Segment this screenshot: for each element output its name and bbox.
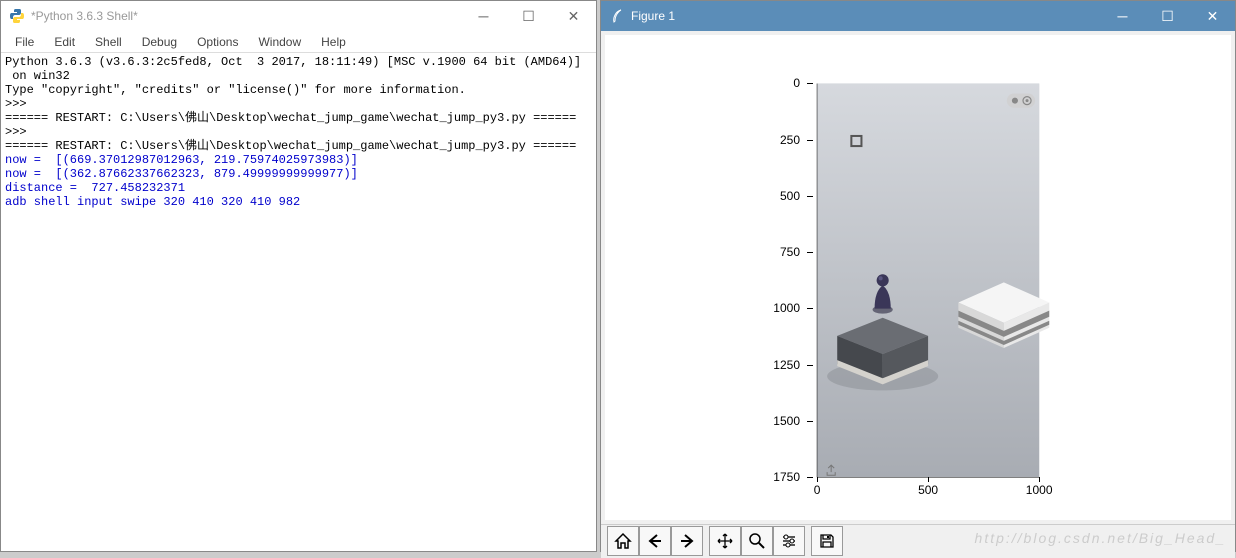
shell-line: distance = 727.458232371 xyxy=(5,181,592,195)
y-tick: 0 xyxy=(750,76,800,90)
figure-body: 0 250 500 750 1000 1250 1500 1750 0 500 1000 xyxy=(601,31,1235,558)
figure-window-controls: ─ ☐ ✕ xyxy=(1100,1,1235,31)
shell-line: on win32 xyxy=(5,69,592,83)
menu-help[interactable]: Help xyxy=(311,33,356,51)
minimize-button[interactable]: ─ xyxy=(1100,1,1145,31)
maximize-button[interactable]: ☐ xyxy=(1145,1,1190,31)
shell-menubar: FileEditShellDebugOptionsWindowHelp xyxy=(1,31,596,53)
maximize-button[interactable]: ☐ xyxy=(506,1,551,31)
minimize-button[interactable]: ─ xyxy=(461,1,506,31)
shell-line: >>> xyxy=(5,97,592,111)
menu-edit[interactable]: Edit xyxy=(44,33,85,51)
close-button[interactable]: ✕ xyxy=(551,1,596,31)
plot-area[interactable]: 0 250 500 750 1000 1250 1500 1750 0 500 1000 xyxy=(605,35,1231,520)
figure-window: Figure 1 ─ ☐ ✕ xyxy=(600,0,1236,552)
menu-window[interactable]: Window xyxy=(248,33,311,51)
y-tick: 1250 xyxy=(750,358,800,372)
y-tick: 1500 xyxy=(750,414,800,428)
shell-line: ====== RESTART: C:\Users\佛山\Desktop\wech… xyxy=(5,111,592,125)
shell-line: now = [(362.87662337662323, 879.49999999… xyxy=(5,167,592,181)
shell-window-controls: ─ ☐ ✕ xyxy=(461,1,596,31)
python-shell-window: *Python 3.6.3 Shell* ─ ☐ ✕ FileEditShell… xyxy=(0,0,597,552)
shell-line: adb shell input swipe 320 410 320 410 98… xyxy=(5,195,592,209)
menu-shell[interactable]: Shell xyxy=(85,33,132,51)
x-tick: 0 xyxy=(814,483,821,497)
shell-titlebar: *Python 3.6.3 Shell* ─ ☐ ✕ xyxy=(1,1,596,31)
shell-line: Python 3.6.3 (v3.6.3:2c5fed8, Oct 3 2017… xyxy=(5,55,592,69)
menu-options[interactable]: Options xyxy=(187,33,248,51)
menu-debug[interactable]: Debug xyxy=(132,33,187,51)
shell-title-text: *Python 3.6.3 Shell* xyxy=(31,9,461,23)
shell-line: Type "copyright", "credits" or "license(… xyxy=(5,83,592,97)
y-tick: 750 xyxy=(750,245,800,259)
python-icon xyxy=(9,8,25,24)
watermark-text: http://blog.csdn.net/Big_Head_ xyxy=(975,530,1226,546)
x-tick: 500 xyxy=(918,483,938,497)
figure-titlebar: Figure 1 ─ ☐ ✕ xyxy=(601,1,1235,31)
plot-overlay-controls[interactable] xyxy=(1007,94,1035,108)
y-tick: 1750 xyxy=(750,470,800,484)
y-tick: 250 xyxy=(750,133,800,147)
plot-canvas xyxy=(605,35,1231,520)
close-button[interactable]: ✕ xyxy=(1190,1,1235,31)
shell-line: now = [(669.37012987012963, 219.75974025… xyxy=(5,153,592,167)
y-tick: 1000 xyxy=(750,301,800,315)
menu-file[interactable]: File xyxy=(5,33,44,51)
figure-title-text: Figure 1 xyxy=(631,9,1100,23)
shell-line: >>> xyxy=(5,125,592,139)
tk-feather-icon xyxy=(609,8,625,24)
shell-content[interactable]: Python 3.6.3 (v3.6.3:2c5fed8, Oct 3 2017… xyxy=(1,53,596,551)
x-tick: 1000 xyxy=(1026,483,1053,497)
y-tick: 500 xyxy=(750,189,800,203)
shell-line: ====== RESTART: C:\Users\佛山\Desktop\wech… xyxy=(5,139,592,153)
